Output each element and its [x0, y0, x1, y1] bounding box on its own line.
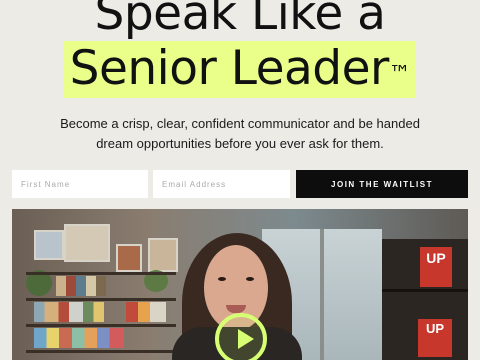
left-bookshelf	[26, 224, 178, 360]
hero-title-line-2: Senior Leader	[69, 41, 390, 96]
waitlist-form: JOIN THE WAITLIST	[12, 170, 468, 198]
shelf-board	[26, 324, 176, 327]
shelf-board	[26, 272, 176, 275]
red-book: UP	[420, 247, 452, 287]
wall-art	[148, 238, 178, 272]
trademark-symbol: ™	[388, 62, 411, 87]
book-title: UP	[426, 250, 446, 266]
play-button[interactable]	[215, 313, 267, 360]
join-waitlist-button[interactable]: JOIN THE WAITLIST	[296, 170, 468, 198]
right-bookshelf: UP UP	[382, 239, 468, 360]
wall-art	[116, 244, 142, 272]
wall-art	[64, 224, 110, 262]
book-title: UP	[425, 321, 445, 336]
books	[56, 276, 106, 296]
email-input[interactable]	[153, 170, 290, 198]
window-divider	[320, 229, 324, 360]
hero-subtitle: Become a crisp, clear, confident communi…	[60, 116, 420, 151]
hero-title: Speak Like a Senior Leader™	[0, 0, 480, 98]
play-icon	[238, 329, 254, 349]
first-name-input[interactable]	[12, 170, 148, 198]
hero-title-highlight: Senior Leader™	[63, 41, 417, 98]
wall-art	[34, 230, 64, 260]
video-player[interactable]: UP UP	[12, 209, 468, 360]
red-book: UP	[418, 319, 452, 357]
hero-title-line-1: Speak Like a	[94, 0, 387, 41]
shelf-board	[382, 289, 468, 292]
speaker-eye-right	[246, 277, 254, 281]
books	[34, 302, 104, 322]
books	[34, 328, 124, 348]
shelf-board	[26, 298, 176, 301]
shelf-board	[26, 350, 176, 353]
books	[126, 302, 166, 322]
speaker-eye-left	[218, 277, 226, 281]
